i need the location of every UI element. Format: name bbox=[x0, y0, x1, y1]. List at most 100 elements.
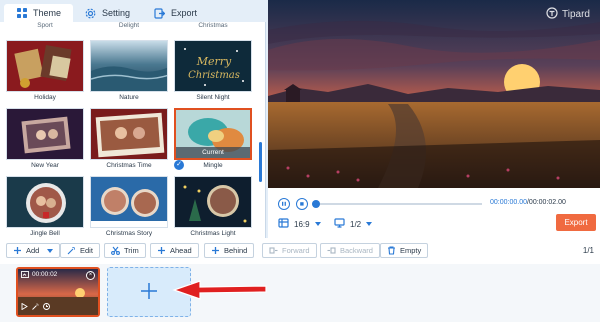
theme-item-christmas-story[interactable]: Christmas Story bbox=[90, 176, 168, 238]
theme-caption: Mingle bbox=[203, 162, 223, 169]
clip-actions bbox=[21, 302, 50, 312]
plus-icon bbox=[13, 246, 22, 255]
current-badge: Current bbox=[176, 147, 250, 158]
video-preview: Tipard bbox=[268, 0, 600, 188]
export-button[interactable]: Export bbox=[556, 214, 596, 231]
plus-icon bbox=[157, 246, 166, 255]
edit-button[interactable]: Edit bbox=[60, 243, 100, 258]
tab-theme-label: Theme bbox=[33, 8, 62, 18]
theme-thumbnail: Current bbox=[174, 108, 252, 160]
chevron-down-icon bbox=[314, 222, 321, 226]
stop-icon bbox=[300, 202, 304, 206]
monitor-icon bbox=[334, 218, 345, 230]
brand-logo: Tipard bbox=[546, 7, 590, 22]
aspect-ratio-icon bbox=[278, 218, 289, 230]
tab-setting-label: Setting bbox=[102, 8, 131, 18]
clock-icon[interactable] bbox=[43, 303, 50, 312]
theme-caption: Christmas Light bbox=[190, 230, 236, 237]
theme-caption: Holiday bbox=[34, 94, 56, 101]
theme-item-nature[interactable]: Nature bbox=[90, 40, 168, 102]
progress-bar[interactable] bbox=[312, 200, 482, 208]
ahead-button[interactable]: Ahead bbox=[150, 243, 199, 258]
clip-duration: 00:00:02 bbox=[32, 271, 58, 278]
scissors-icon bbox=[111, 246, 120, 255]
theme-thumbnail bbox=[90, 176, 168, 228]
edit-label: Edit bbox=[80, 246, 93, 255]
tab-bar: Theme Setting Export bbox=[0, 0, 266, 22]
magic-wand-icon bbox=[67, 246, 76, 255]
trim-button[interactable]: Trim bbox=[104, 243, 146, 258]
theme-item-mingle[interactable]: Current ✓ Mingle bbox=[174, 108, 252, 170]
tab-export-label: Export bbox=[171, 8, 198, 18]
backward-button[interactable]: Backward bbox=[320, 243, 380, 258]
play-icon[interactable] bbox=[21, 302, 28, 312]
theme-label-delight: Delight bbox=[118, 22, 140, 29]
edit-toolbar: Add Edit Trim Ahead Behind Forward Backw… bbox=[0, 238, 600, 264]
behind-label: Behind bbox=[224, 246, 248, 255]
pause-button[interactable] bbox=[278, 198, 290, 210]
ahead-label: Ahead bbox=[170, 246, 192, 255]
brand-name: Tipard bbox=[562, 9, 590, 20]
time-display: 00:00:00.00/00:00:02.00 bbox=[490, 199, 566, 206]
theme-item-silent-night[interactable]: Merry Christmas Silent Night bbox=[174, 40, 252, 102]
theme-item-holiday[interactable]: Holiday bbox=[6, 40, 84, 102]
close-icon[interactable]: × bbox=[86, 271, 95, 280]
tab-setting[interactable]: Setting bbox=[73, 4, 142, 22]
aspect-ratio-value: 16:9 bbox=[294, 219, 310, 229]
plus-icon bbox=[140, 282, 158, 302]
theme-item-new-year[interactable]: New Year bbox=[6, 108, 84, 170]
timeline-page-indicator: 1/1 bbox=[582, 246, 594, 255]
theme-caption: Silent Night bbox=[196, 94, 230, 101]
progress-handle[interactable] bbox=[312, 200, 320, 208]
timeline: 00:00:02 × bbox=[0, 264, 600, 322]
empty-label: Empty bbox=[400, 246, 422, 255]
theme-item-jingle-bell[interactable]: Jingle Bell bbox=[6, 176, 84, 238]
forward-icon bbox=[269, 246, 278, 255]
empty-button[interactable]: Empty bbox=[380, 243, 429, 258]
theme-thumbnail bbox=[6, 176, 84, 228]
theme-thumbnail bbox=[6, 40, 84, 92]
gear-icon bbox=[85, 8, 96, 19]
theme-thumbnail: Merry Christmas bbox=[174, 40, 252, 92]
export-icon bbox=[154, 7, 166, 19]
trim-label: Trim bbox=[124, 246, 139, 255]
theme-thumbnail bbox=[90, 108, 168, 160]
workspace: Theme Setting Export Sport Delight Chris… bbox=[0, 0, 600, 238]
theme-caption: Nature bbox=[119, 94, 139, 101]
add-label: Add bbox=[26, 246, 40, 255]
theme-thumbnail bbox=[90, 40, 168, 92]
theme-item-christmas-time[interactable]: Christmas Time bbox=[90, 108, 168, 170]
tab-theme[interactable]: Theme bbox=[4, 4, 74, 22]
chevron-down-icon bbox=[366, 222, 373, 226]
aspect-ratio-select[interactable]: 16:9 bbox=[278, 218, 321, 230]
theme-caption: Christmas Story bbox=[105, 230, 153, 237]
theme-panel: Theme Setting Export Sport Delight Chris… bbox=[0, 0, 266, 238]
stop-button[interactable] bbox=[296, 198, 308, 210]
pause-icon bbox=[282, 201, 286, 206]
theme-caption: Christmas Time bbox=[106, 162, 152, 169]
total-time: /00:00:02.00 bbox=[526, 199, 566, 206]
grid-icon bbox=[16, 8, 27, 19]
page-value: 1/2 bbox=[350, 219, 362, 229]
theme-caption: New Year bbox=[31, 162, 59, 169]
backward-label: Backward bbox=[340, 246, 373, 255]
behind-button[interactable]: Behind bbox=[204, 243, 255, 258]
brand-icon bbox=[546, 7, 558, 22]
tab-export[interactable]: Export bbox=[142, 4, 209, 22]
magic-wand-icon[interactable] bbox=[32, 303, 39, 312]
forward-label: Forward bbox=[282, 246, 310, 255]
timeline-clip[interactable]: 00:00:02 × bbox=[16, 267, 100, 317]
chevron-down-icon bbox=[47, 248, 54, 253]
page-select[interactable]: 1/2 bbox=[334, 218, 373, 230]
video-icon bbox=[21, 271, 29, 280]
theme-thumbnail bbox=[6, 108, 84, 160]
trash-icon bbox=[387, 246, 396, 255]
silent-night-overlay-line2: Christmas bbox=[188, 70, 240, 81]
add-button[interactable]: Add bbox=[6, 243, 61, 258]
theme-scrollbar[interactable] bbox=[259, 142, 262, 182]
theme-item-christmas-light[interactable]: Christmas Light bbox=[174, 176, 252, 238]
current-time: 00:00:00.00 bbox=[490, 199, 527, 206]
theme-label-sport: Sport bbox=[37, 22, 53, 29]
forward-button[interactable]: Forward bbox=[262, 243, 317, 258]
plus-icon bbox=[211, 246, 220, 255]
